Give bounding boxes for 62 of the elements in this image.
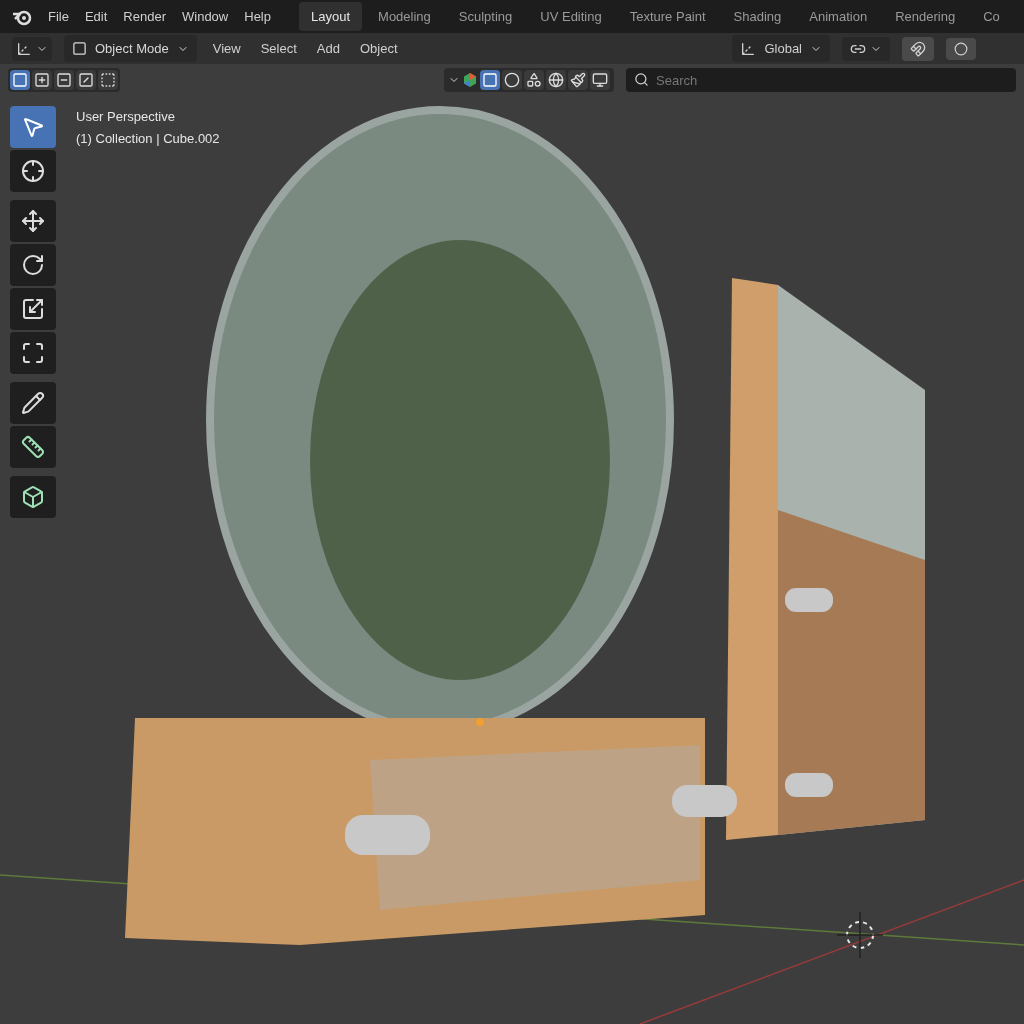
tool-button[interactable] bbox=[10, 382, 56, 424]
square-button[interactable] bbox=[480, 70, 500, 90]
select-mode-button[interactable] bbox=[10, 70, 30, 90]
scale-icon bbox=[21, 297, 45, 321]
cube-icon bbox=[21, 485, 45, 509]
magnet-icon bbox=[910, 40, 926, 57]
select-box-icon bbox=[21, 115, 45, 139]
hexagon-icon[interactable] bbox=[462, 72, 478, 88]
workspace-tab[interactable]: Layout bbox=[299, 1, 363, 32]
menu-item[interactable]: Edit bbox=[84, 6, 108, 27]
workspace-tab[interactable]: Co bbox=[971, 1, 1012, 32]
shapes-button[interactable] bbox=[524, 70, 544, 90]
select-mode-button[interactable] bbox=[76, 70, 96, 90]
move-arrows-icon bbox=[21, 209, 45, 233]
tool-button[interactable] bbox=[10, 426, 56, 468]
menu-item[interactable]: Object bbox=[355, 38, 402, 59]
tool-button[interactable] bbox=[10, 332, 56, 374]
globe-button[interactable] bbox=[546, 70, 566, 90]
viewport-subtitle: (1) Collection | Cube.002 bbox=[76, 130, 220, 148]
menu-item[interactable]: Help bbox=[244, 6, 271, 27]
pivot-dropdown[interactable] bbox=[842, 36, 890, 61]
tool-button[interactable] bbox=[10, 200, 56, 242]
search-field[interactable]: Search bbox=[626, 68, 1016, 92]
menu-item[interactable]: File bbox=[48, 6, 69, 27]
workspace-tab[interactable]: Sculpting bbox=[446, 1, 525, 32]
select-mode-button[interactable] bbox=[32, 70, 52, 90]
viewport-title: User Perspective bbox=[76, 108, 176, 126]
editor-type-button[interactable] bbox=[12, 36, 52, 61]
menu-item[interactable]: Add bbox=[312, 38, 344, 59]
workspace-tab[interactable]: Rendering bbox=[883, 1, 968, 32]
menu-item[interactable]: Render bbox=[123, 6, 166, 27]
menu-item[interactable]: View bbox=[208, 38, 245, 59]
tool-button[interactable] bbox=[10, 150, 56, 192]
tool-button[interactable] bbox=[10, 288, 56, 330]
circle-icon bbox=[954, 41, 968, 56]
workspace-tab[interactable]: Modeling bbox=[366, 1, 443, 32]
sphere-button[interactable] bbox=[502, 70, 522, 90]
proportional-button[interactable] bbox=[946, 37, 976, 60]
orientation-dropdown[interactable]: Global bbox=[732, 34, 830, 63]
tool-button[interactable] bbox=[10, 476, 56, 518]
transform-icon bbox=[21, 341, 45, 365]
mode-dropdown[interactable]: Object Mode bbox=[64, 34, 197, 63]
axes-icon bbox=[740, 40, 757, 57]
workspace-tab[interactable]: Animation bbox=[797, 1, 880, 32]
pencil-icon bbox=[21, 391, 45, 415]
snap-button[interactable] bbox=[902, 36, 934, 61]
rotate-icon bbox=[21, 253, 45, 277]
select-mode-button[interactable] bbox=[54, 70, 74, 90]
monitor-button[interactable] bbox=[590, 70, 610, 90]
brush-button[interactable] bbox=[568, 70, 588, 90]
3d-cursor-icon bbox=[836, 911, 884, 959]
workspace-tab[interactable]: Shading bbox=[721, 1, 794, 32]
select-mode-button[interactable] bbox=[98, 70, 118, 90]
menu-item[interactable]: Window bbox=[182, 6, 229, 27]
workspace-tab[interactable]: Texture Paint bbox=[617, 1, 718, 32]
cursor-icon bbox=[21, 159, 45, 183]
ruler-icon bbox=[21, 435, 45, 459]
menu-item[interactable]: Select bbox=[256, 38, 301, 59]
search-icon bbox=[634, 72, 649, 87]
workspace-tab[interactable]: UV Editing bbox=[528, 1, 614, 32]
tool-button[interactable] bbox=[10, 244, 56, 286]
square-icon bbox=[72, 41, 87, 56]
